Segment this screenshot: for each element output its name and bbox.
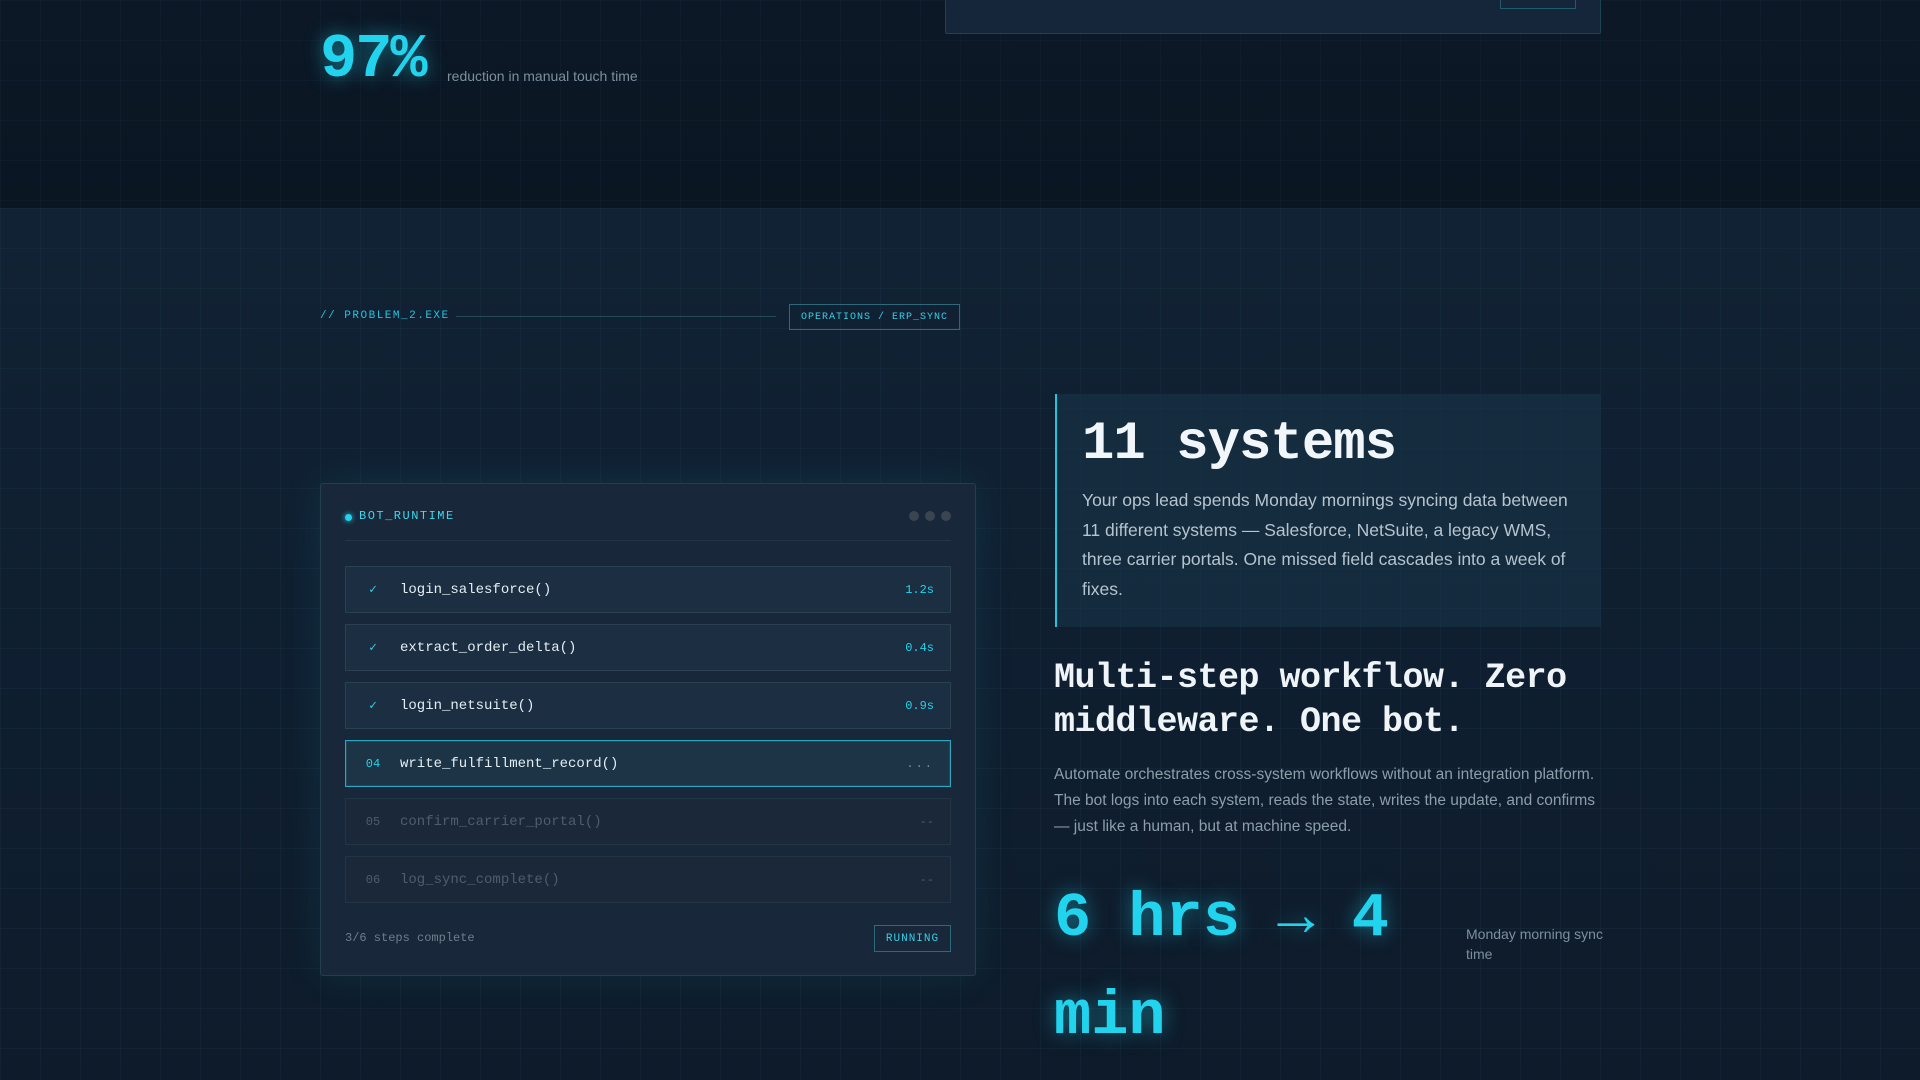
step-time: -- — [919, 872, 934, 887]
step-time: 0.4s — [905, 640, 934, 655]
step-number: ✓ — [369, 698, 377, 713]
step-function: confirm_carrier_portal() — [400, 813, 602, 830]
step-number: 05 — [365, 814, 381, 829]
step-function: write_fulfillment_record() — [400, 755, 619, 772]
window-controls — [909, 511, 951, 521]
metric-value: 6 hrs → 4 min — [1054, 883, 1389, 1052]
top-card-partial — [945, 0, 1601, 34]
section-body: Automate orchestrates cross-system workf… — [1054, 766, 1596, 835]
step-function: login_netsuite() — [400, 697, 535, 714]
top-card-button[interactable] — [1500, 0, 1576, 9]
top-stat-value: 97% — [320, 24, 428, 95]
step-function: extract_order_delta() — [400, 639, 577, 656]
step-row: 06 log_sync_complete() -- — [345, 856, 951, 903]
step-time: -- — [919, 814, 934, 829]
systems-callout: 11 systems Your ops lead spends Monday m… — [1055, 394, 1601, 627]
section-tag: // PROBLEM_2.EXE — [320, 310, 450, 322]
window-control-dot-icon[interactable] — [909, 511, 919, 521]
step-list: ✓ login_salesforce() 1.2s ✓ extract_orde… — [345, 566, 951, 914]
status-dot-icon — [345, 514, 352, 521]
section-badge: OPERATIONS / ERP_SYNC — [789, 304, 960, 330]
step-row: ✓ extract_order_delta() 0.4s — [345, 624, 951, 671]
window-control-dot-icon[interactable] — [941, 511, 951, 521]
step-number: 04 — [365, 756, 381, 771]
step-row: 04 write_fulfillment_record() ... — [345, 740, 951, 787]
step-function: log_sync_complete() — [400, 871, 560, 888]
panel-header: BOT_RUNTIME — [345, 509, 951, 541]
step-number: ✓ — [369, 582, 377, 597]
top-stat-caption: reduction in manual touch time — [447, 68, 638, 84]
bot-runtime-panel: BOT_RUNTIME ✓ login_salesforce() 1.2s ✓ … — [320, 483, 976, 976]
step-row: ✓ login_netsuite() 0.9s — [345, 682, 951, 729]
step-number: 06 — [365, 872, 381, 887]
running-status-badge: RUNNING — [874, 925, 951, 952]
section-headline: Multi-step workflow. Zero middleware. On… — [1054, 658, 1567, 742]
step-row: ✓ login_salesforce() 1.2s — [345, 566, 951, 613]
step-time: 1.2s — [905, 582, 934, 597]
panel-title: BOT_RUNTIME — [359, 509, 455, 523]
section-divider — [456, 316, 776, 317]
step-row: 05 confirm_carrier_portal() -- — [345, 798, 951, 845]
window-control-dot-icon[interactable] — [925, 511, 935, 521]
metric-caption: Monday morning sync time — [1466, 926, 1603, 962]
step-function: login_salesforce() — [400, 581, 552, 598]
callout-title: 11 systems — [1082, 414, 1397, 475]
step-time: ... — [906, 756, 934, 771]
step-time: 0.9s — [905, 698, 934, 713]
progress-text: 3/6 steps complete — [345, 931, 475, 945]
callout-body: Your ops lead spends Monday mornings syn… — [1082, 490, 1568, 599]
step-number: ✓ — [369, 640, 377, 655]
